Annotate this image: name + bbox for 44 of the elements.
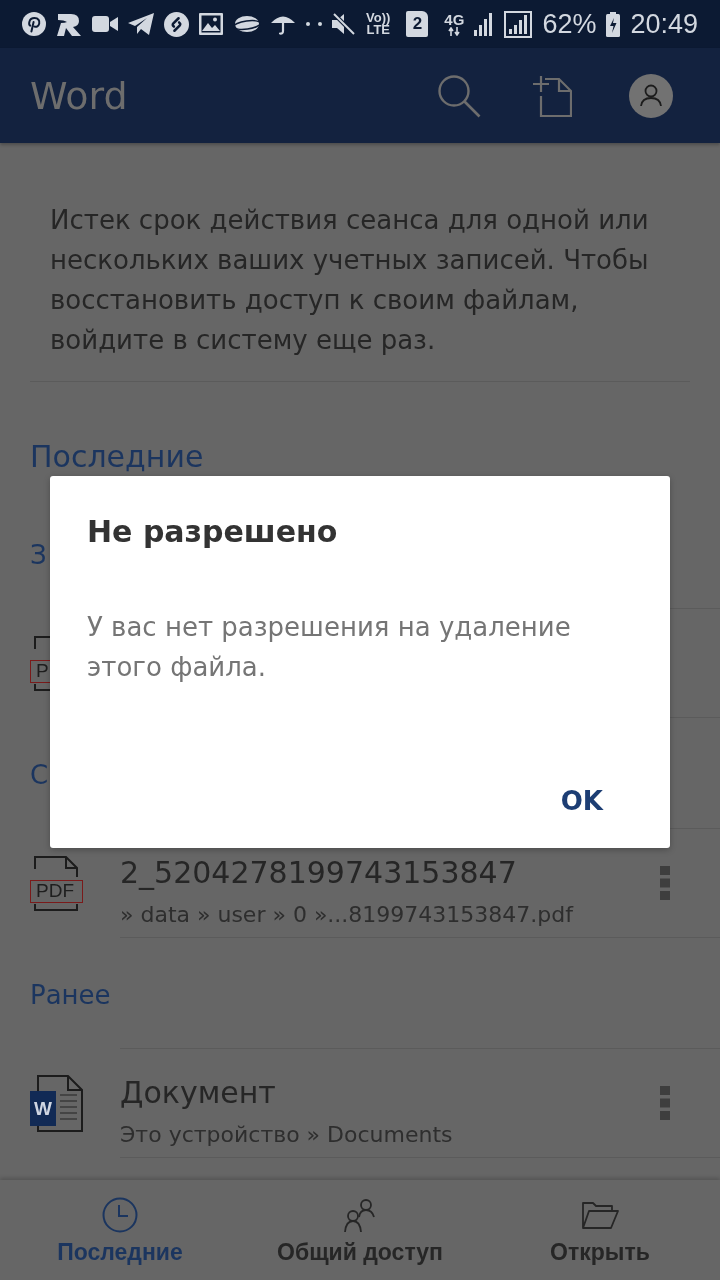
battery-percent: 62%	[542, 9, 597, 39]
video-camera-icon	[92, 14, 118, 34]
session-expired-message: Истек срок действия сеанса для одной или нескольких ваших учетных записей. Чтобы восстановить доступ к своим файлам, войдите в систему еще раз.	[49, 204, 650, 357]
more-icon[interactable]	[660, 866, 670, 900]
lte-label: LTE	[366, 24, 390, 36]
people-icon	[342, 1197, 378, 1233]
search-icon[interactable]	[437, 73, 481, 118]
dots-icon	[305, 21, 323, 27]
planet-icon	[233, 13, 261, 35]
signal-icon	[474, 12, 495, 36]
nav-tab[interactable]: Общий доступ	[240, 1180, 480, 1280]
signal-box-icon	[504, 10, 533, 38]
file-path: » data » user » 0 »...8199743153847.pdf	[120, 901, 573, 929]
file-type-label: PDF	[30, 879, 83, 903]
clock-time: 20:49	[630, 9, 698, 39]
group-label: С	[30, 759, 49, 792]
file-path: Это устройство » Documents	[120, 1121, 453, 1149]
group-label: Ранее	[30, 979, 111, 1012]
s-circle-icon	[164, 11, 189, 37]
paper-plane-icon	[128, 13, 154, 35]
app-title: Word	[30, 72, 129, 119]
circle-p-icon	[22, 12, 46, 36]
file-name[interactable]: 2_5204278199743153847	[120, 853, 517, 893]
battery-icon	[606, 11, 621, 37]
file-name[interactable]: Документ	[120, 1073, 276, 1113]
volte-label: Vo))	[366, 12, 391, 24]
dialog-message: У вас нет разрешения на удаление этого файла.	[87, 611, 572, 684]
group-label: З	[30, 539, 47, 572]
nav-tab[interactable]: Открыть	[480, 1180, 720, 1280]
network-label: 4G	[444, 12, 465, 27]
nav-tab[interactable]: Последние	[0, 1180, 240, 1280]
image-icon	[199, 13, 223, 35]
avatar-icon[interactable]	[629, 73, 673, 118]
r-logo-icon	[56, 11, 82, 37]
ok-button[interactable]: OK	[540, 772, 623, 830]
sim-badge: 2	[406, 11, 429, 37]
dialog-title: Не разрешено	[87, 513, 338, 551]
file-type-label: W	[30, 1090, 56, 1126]
data-arrows-icon	[448, 27, 461, 36]
section-heading: Последние	[30, 438, 204, 476]
mute-icon	[330, 12, 357, 36]
more-icon[interactable]	[660, 1086, 670, 1120]
clock-icon	[102, 1197, 138, 1233]
new-document-icon[interactable]	[532, 74, 572, 117]
